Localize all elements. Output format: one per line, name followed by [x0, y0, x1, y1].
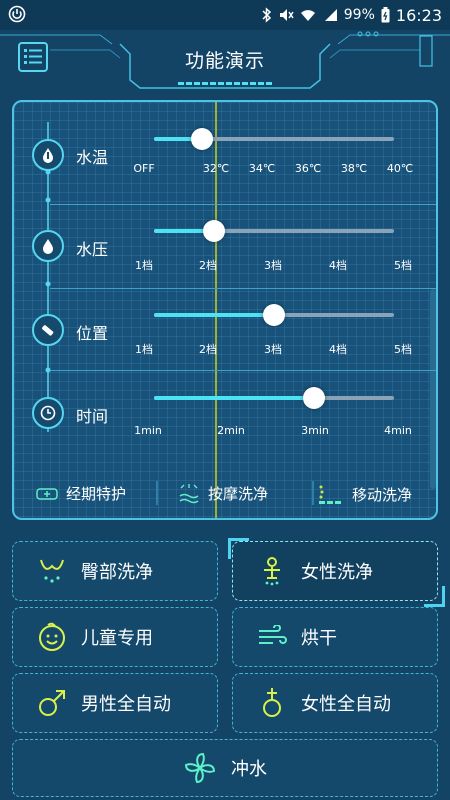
clock-icon: [32, 397, 64, 429]
time-label: 时间: [76, 407, 109, 426]
hip-wash-button[interactable]: 臀部洗净: [12, 541, 218, 601]
tick-label: 5档: [394, 259, 412, 272]
active-corner-top-left: [228, 538, 249, 559]
status-bar: 99% 16:23: [0, 0, 450, 30]
massage-wash-icon: [179, 483, 199, 503]
time-slider-handle[interactable]: [303, 387, 326, 409]
bluetooth-icon: [262, 7, 271, 23]
tick-label: 2档: [199, 343, 217, 356]
tick-label: 5档: [394, 343, 412, 356]
tick-label: 3档: [264, 259, 282, 272]
tick-label: 36℃: [294, 162, 322, 175]
tick-label: 1min: [134, 424, 162, 437]
hip-wash-icon: [40, 559, 64, 583]
nozzle-icon: [32, 314, 64, 346]
tick-label: 32℃: [202, 162, 230, 175]
child-face-icon: [39, 622, 65, 651]
female-wash-label: 女性洗净: [301, 562, 373, 583]
battery-icon: [381, 7, 390, 23]
child-mode-button[interactable]: 儿童专用: [12, 607, 218, 667]
wifi-icon: [300, 10, 315, 21]
tick-label: 38℃: [340, 162, 368, 175]
tick-label: 40℃: [386, 162, 414, 175]
tick-label: 2档: [199, 259, 217, 272]
signal-icon: [324, 9, 337, 21]
moving-wash-button[interactable]: 移动洗净: [318, 483, 412, 505]
wind-dry-icon: [259, 625, 287, 644]
moving-wash-icon: [319, 485, 341, 504]
period-care-label: 经期特护: [66, 485, 127, 503]
water-temperature-label: 水温: [76, 148, 109, 167]
divider: [312, 481, 314, 505]
water-drop-icon: [32, 230, 64, 262]
active-corner-bottom-right: [424, 586, 445, 607]
female-auto-button[interactable]: 女性全自动: [232, 673, 438, 733]
female-wash-button[interactable]: 女性洗净: [232, 541, 438, 601]
position-label: 位置: [76, 324, 109, 343]
tick-label: 34℃: [248, 162, 276, 175]
clock-time: 16:23: [395, 5, 442, 25]
male-auto-label: 男性全自动: [81, 694, 171, 715]
position-slider-handle[interactable]: [263, 304, 285, 326]
massage-wash-label: 按摩洗净: [208, 485, 269, 503]
tick-label: 1档: [135, 343, 153, 356]
quick-function-bar: 经期特护 按摩洗净 移动洗净: [14, 467, 436, 518]
massage-wash-button[interactable]: 按摩洗净: [178, 483, 268, 504]
dry-button[interactable]: 烘干: [232, 607, 438, 667]
female-auto-label: 女性全自动: [301, 694, 391, 715]
child-mode-label: 儿童专用: [81, 628, 153, 649]
row-divider: [50, 204, 436, 205]
tick-label: 3min: [301, 424, 329, 437]
dry-label: 烘干: [301, 628, 337, 649]
divider: [156, 481, 158, 505]
water-pressure-label: 水压: [76, 240, 109, 259]
period-care-button[interactable]: 经期特护: [36, 483, 126, 504]
flush-label: 冲水: [231, 759, 267, 780]
male-symbol-icon: [39, 690, 65, 716]
settings-panel: 水温 OFF 32℃ 34℃ 36℃ 38℃ 40℃ 水压 1档 2档 3档 4…: [12, 100, 438, 520]
time-fill: [154, 396, 315, 400]
tick-label: OFF: [133, 162, 155, 175]
period-care-icon: [36, 487, 58, 500]
row-divider: [50, 370, 436, 371]
tick-label: 2min: [217, 424, 245, 437]
female-wash-icon: [264, 557, 280, 586]
water-temperature-slider-handle[interactable]: [191, 128, 213, 150]
position-fill: [154, 313, 274, 317]
flush-fan-icon: [184, 752, 216, 784]
tick-label: 4min: [384, 424, 412, 437]
hip-wash-label: 臀部洗净: [81, 562, 153, 583]
mute-icon: [279, 9, 294, 21]
tick-label: 4档: [329, 343, 347, 356]
flush-button[interactable]: 冲水: [12, 739, 438, 797]
female-symbol-icon: [263, 688, 281, 717]
page-title: 功能演示: [184, 50, 265, 72]
row-divider: [50, 288, 436, 289]
moving-wash-label: 移动洗净: [352, 485, 413, 504]
battery-percent: 99%: [343, 7, 375, 23]
panel-scroll-indicator[interactable]: [430, 289, 436, 489]
tick-label: 3档: [264, 343, 282, 356]
app-notification-icon: [8, 5, 26, 23]
tick-label: 4档: [329, 259, 347, 272]
water-pressure-slider-handle[interactable]: [203, 220, 225, 242]
tick-label: 1档: [135, 259, 153, 272]
water-temperature-icon: [32, 139, 64, 171]
male-auto-button[interactable]: 男性全自动: [12, 673, 218, 733]
